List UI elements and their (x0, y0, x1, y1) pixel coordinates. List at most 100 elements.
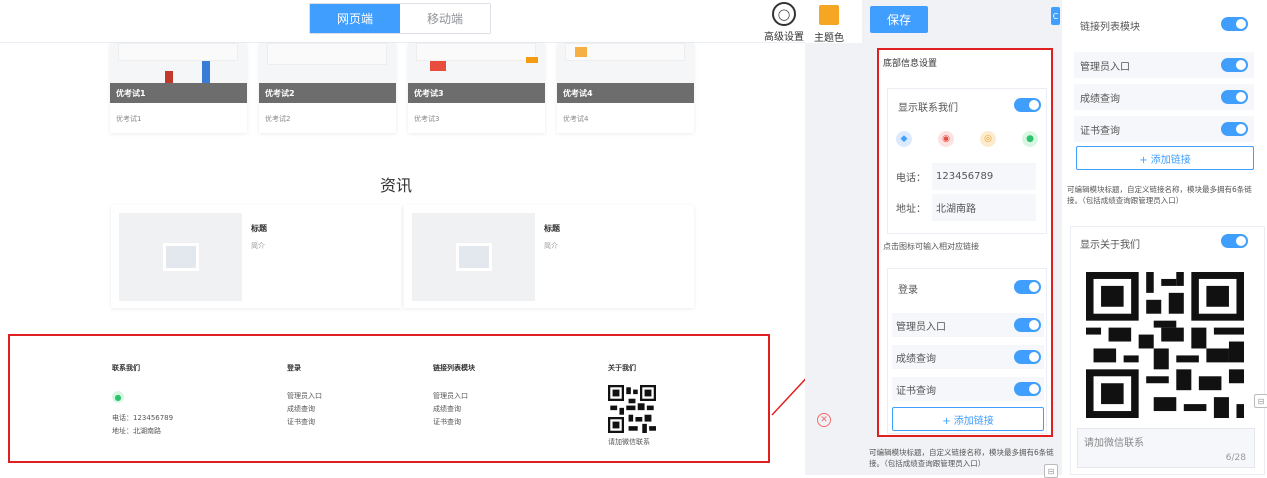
footer-link[interactable]: 证书查询 (433, 417, 475, 427)
link-module-hint: 可编辑模块标题，自定义链接名称，模块最多拥有6条链接。（包括成绩查询跟管理员入口… (1067, 185, 1252, 205)
footer-links-column: 链接列表模块 管理员入口 成绩查询 证书查询 (433, 363, 475, 430)
contact-settings-card: 显示联系我们 ◆ ◉ ◎ ● 电话： 123456789 地址： 北湖南路 (887, 88, 1047, 234)
footer-link[interactable]: 成绩查询 (287, 404, 322, 414)
wechat-icon[interactable]: ● (1022, 131, 1038, 147)
panel-toggle-icon[interactable]: C (1051, 7, 1060, 25)
product-thumbnail (408, 43, 545, 83)
link-toggle[interactable] (1221, 90, 1248, 104)
footer-about-column: 关于我们 请加微信联系 (608, 363, 656, 450)
footer-about-heading: 关于我们 (608, 364, 636, 372)
address-label: 地址： (896, 204, 926, 215)
wechat-icon: ● (112, 391, 124, 403)
phone-input[interactable]: 123456789 (932, 163, 1036, 190)
address-input[interactable]: 北湖南路 (932, 194, 1036, 221)
link-label: 证书查询 (1080, 125, 1120, 137)
image-placeholder-icon (119, 213, 242, 301)
device-tabs: 网页端 移动端 (309, 3, 491, 34)
footer-link[interactable]: 管理员入口 (287, 391, 322, 401)
wechat-contact-text: 请加微信联系 (1084, 438, 1144, 449)
footer-link[interactable]: 成绩查询 (433, 404, 475, 414)
theme-color-button[interactable]: 主题色 (814, 2, 844, 44)
contact-toggle[interactable] (1014, 98, 1041, 112)
product-thumbnail (110, 43, 247, 83)
page-preview-canvas: 网页端 移动端 优考试1 优考试1 优考试2 优考试2 优考试3 优考试3 优考… (0, 0, 805, 475)
footer-login-column: 登录 管理员入口 成绩查询 证书查询 (287, 363, 322, 430)
news-title: 标题 (544, 224, 560, 233)
product-caption: 优考试1 (110, 83, 247, 103)
add-link-button[interactable]: + 添加链接 (1076, 146, 1254, 170)
footer-link[interactable]: 管理员入口 (433, 391, 475, 401)
product-thumbnail (259, 43, 396, 83)
product-card[interactable]: 优考试3 优考试3 (408, 43, 545, 133)
contact-toggle-label: 显示联系我们 (898, 103, 958, 114)
link-label: 管理员入口 (896, 321, 946, 333)
footer-contact-column: 联系我们 ● 电话：123456789 地址：北湖南路 (112, 363, 173, 439)
qr-code-icon[interactable] (1086, 272, 1244, 418)
address-field: 地址： 北湖南路 (892, 194, 1036, 221)
link-toggle[interactable] (1221, 58, 1248, 72)
qr-code-icon (608, 385, 656, 433)
news-title: 标题 (251, 224, 267, 233)
theme-color-swatch (819, 5, 839, 25)
product-card[interactable]: 优考试1 优考试1 (110, 43, 247, 133)
news-card[interactable]: 标题 简介 (404, 205, 694, 308)
about-toggle[interactable] (1221, 234, 1248, 248)
link-module-toggle[interactable] (1221, 17, 1248, 31)
save-button[interactable]: 保存 (870, 6, 928, 33)
product-subtitle: 优考试3 (414, 115, 440, 123)
close-icon[interactable]: ✕ (817, 413, 831, 427)
link-label: 管理员入口 (1080, 61, 1130, 73)
settings-title: 底部信息设置 (883, 59, 938, 69)
weibo-icon[interactable]: ◉ (938, 131, 954, 147)
login-toggle-label: 登录 (898, 285, 918, 296)
product-card[interactable]: 优考试4 优考试4 (557, 43, 694, 133)
settings-hint: 可编辑模块标题，自定义链接名称，模块最多拥有6条链接。（包括成绩查询跟管理员入口… (869, 448, 1054, 468)
news-card[interactable]: 标题 简介 (111, 205, 401, 308)
advanced-settings-button[interactable]: ◯ 高级设置 (764, 2, 804, 43)
collapse-icon[interactable]: ⊟ (1044, 464, 1058, 478)
char-counter: 6/28 (1225, 453, 1246, 463)
link-toggle[interactable] (1014, 382, 1041, 396)
image-placeholder-icon (412, 213, 535, 301)
footer-qr-caption: 请加微信联系 (608, 438, 650, 446)
product-subtitle: 优考试4 (563, 115, 589, 123)
phone-label: 电话： (896, 173, 926, 184)
footer-settings-box: 底部信息设置 显示联系我们 ◆ ◉ ◎ ● 电话： 123456789 地址： … (877, 48, 1053, 437)
link-module-toggle-label: 链接列表模块 (1080, 22, 1140, 33)
product-caption: 优考试3 (408, 83, 545, 103)
footer-preview[interactable]: 联系我们 ● 电话：123456789 地址：北湖南路 登录 管理员入口 成绩查… (8, 334, 770, 463)
link-label: 成绩查询 (1080, 93, 1120, 105)
about-toggle-label: 显示关于我们 (1080, 240, 1140, 251)
link-label: 证书查询 (896, 385, 936, 397)
footer-links-heading: 链接列表模块 (433, 364, 475, 372)
footer-login-heading: 登录 (287, 364, 301, 372)
news-section-title: 资讯 (380, 176, 413, 195)
link-label: 成绩查询 (896, 353, 936, 365)
footer-contact-heading: 联系我们 (112, 364, 140, 372)
phone-field: 电话： 123456789 (892, 163, 1036, 190)
icon-hint: 点击图标可输入相对应链接 (883, 242, 979, 251)
footer-link[interactable]: 证书查询 (287, 417, 322, 427)
product-card[interactable]: 优考试2 优考试2 (259, 43, 396, 133)
link-toggle[interactable] (1221, 122, 1248, 136)
qq-icon[interactable]: ◆ (896, 131, 912, 147)
news-brief: 简介 (544, 242, 558, 250)
collapse-icon[interactable]: ⊟ (1254, 394, 1267, 408)
theme-color-label: 主题色 (814, 33, 844, 44)
footer-phone: 电话：123456789 (112, 414, 174, 422)
gear-icon: ◯ (772, 2, 796, 26)
footer-address: 地址：北湖南路 (112, 427, 161, 435)
tab-mobile[interactable]: 移动端 (400, 4, 490, 33)
advanced-settings-label: 高级设置 (764, 32, 804, 43)
product-caption: 优考试2 (259, 83, 396, 103)
add-link-button[interactable]: + 添加链接 (892, 407, 1044, 431)
wechat-contact-input[interactable]: 请加微信联系 6/28 (1077, 428, 1255, 468)
product-subtitle: 优考试2 (265, 115, 291, 123)
link-toggle[interactable] (1014, 350, 1041, 364)
annotation-arrow-icon (771, 378, 805, 416)
product-subtitle: 优考试1 (116, 115, 142, 123)
login-toggle[interactable] (1014, 280, 1041, 294)
toutiao-icon[interactable]: ◎ (980, 131, 996, 147)
tab-web[interactable]: 网页端 (310, 4, 400, 33)
link-toggle[interactable] (1014, 318, 1041, 332)
